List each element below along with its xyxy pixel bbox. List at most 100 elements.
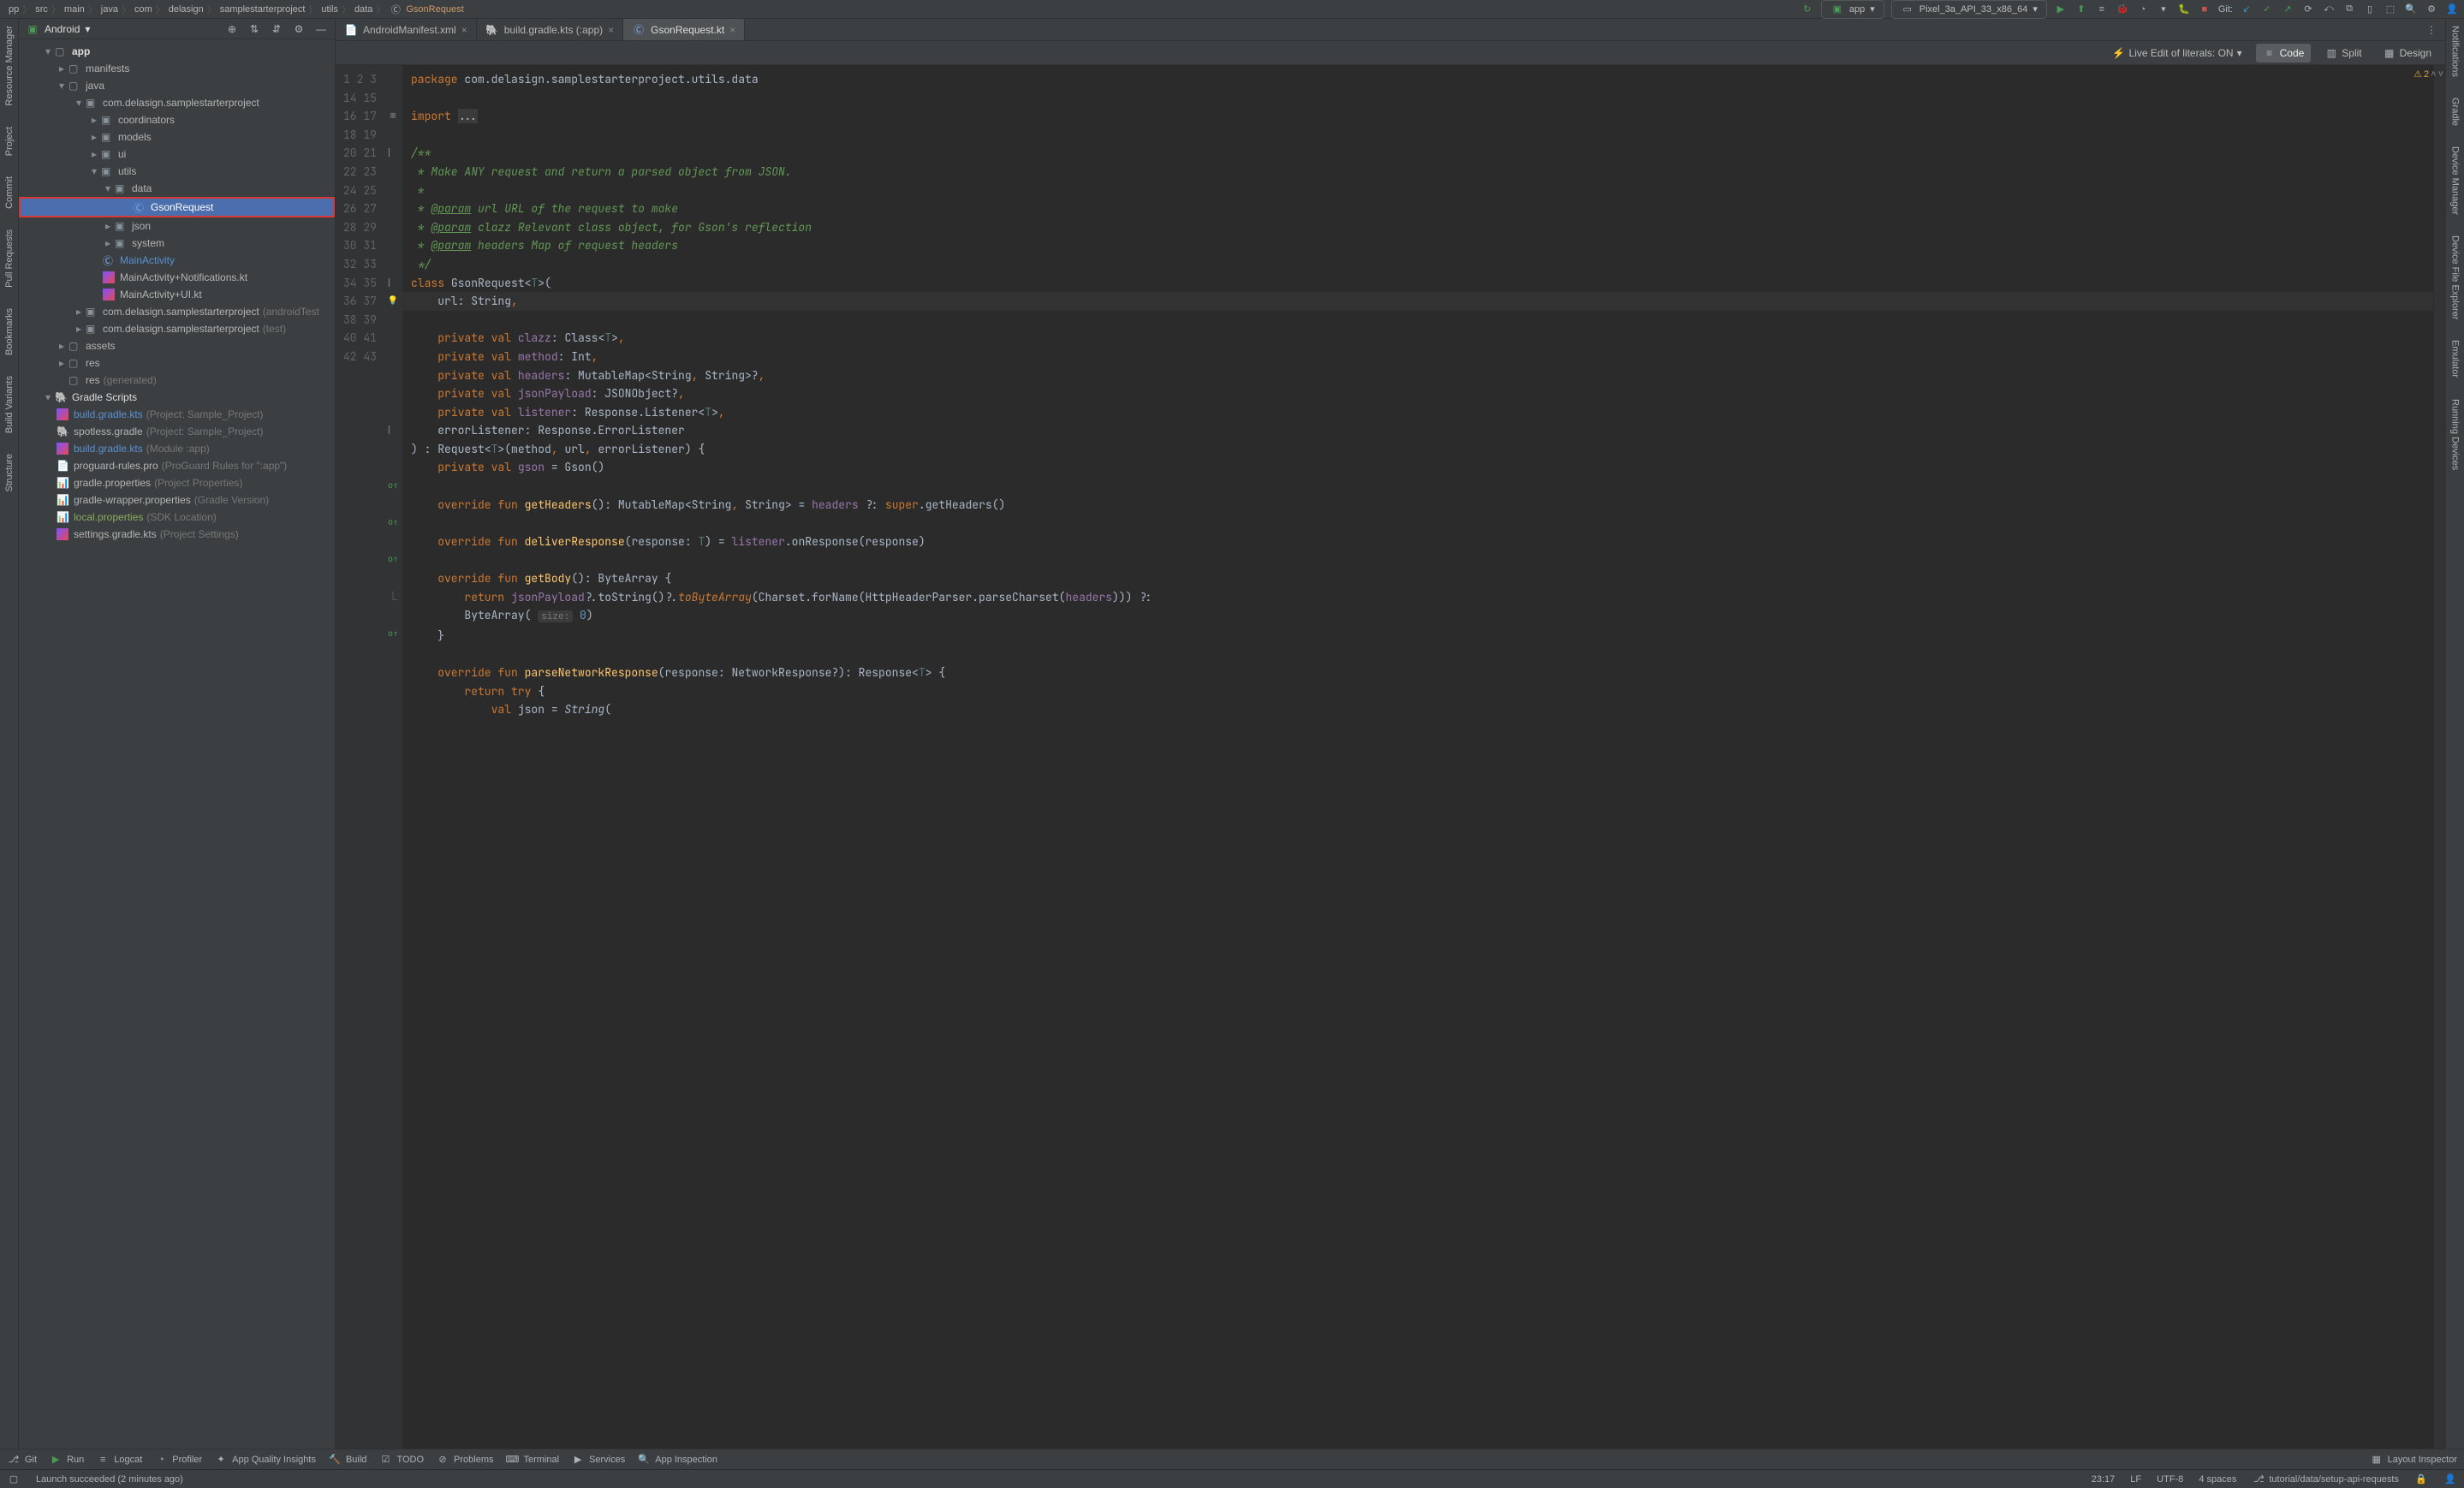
sdk-manager-icon[interactable]: ⬚	[2384, 3, 2397, 16]
line-gutter[interactable]: 1 2 3 14 15 16 17 18 19 20 21 22 23 24 2…	[336, 65, 384, 1449]
tree-res-generated[interactable]: ▢res(generated)	[19, 372, 335, 389]
push-icon[interactable]: ↗	[2281, 3, 2294, 16]
activity-icon[interactable]: ⧉	[2342, 3, 2356, 16]
lock-icon[interactable]: 🔒	[2414, 1473, 2428, 1486]
tabs-overflow-icon[interactable]: ⋮	[2418, 24, 2445, 36]
gear-icon[interactable]: ⚙	[292, 22, 306, 36]
more-run-icon[interactable]: ▾	[2157, 3, 2170, 16]
attach-debugger-icon[interactable]: ⬆	[2074, 3, 2088, 16]
tree-system[interactable]: ▸▣system	[19, 235, 335, 252]
crumb[interactable]: com	[131, 4, 156, 15]
tree-gradle-scripts[interactable]: ▾🐘Gradle Scripts	[19, 389, 335, 406]
btool-quality[interactable]: ✦App Quality Insights	[214, 1453, 316, 1467]
override-icon[interactable]: o↑	[384, 625, 402, 644]
tab-buildgradle[interactable]: 🐘 build.gradle.kts (:app) ×	[477, 19, 623, 40]
expand-icon[interactable]: ⇅	[247, 22, 261, 36]
tool-device-file-explorer[interactable]: Device File Explorer	[2450, 235, 2461, 319]
tree-local-properties[interactable]: 📊local.properties(SDK Location)	[19, 509, 335, 526]
tree-mainactivity-notif[interactable]: MainActivity+Notifications.kt	[19, 269, 335, 286]
tool-gradle[interactable]: Gradle	[2450, 98, 2461, 126]
tool-structure[interactable]: Structure	[4, 454, 15, 492]
tree-mainactivity[interactable]: ⒸMainActivity	[19, 252, 335, 269]
editor-markers[interactable]: ⚠ 2 ˄ ˅	[2433, 65, 2445, 1449]
btool-problems[interactable]: ⊘Problems	[436, 1453, 493, 1467]
btool-services[interactable]: ▶Services	[571, 1453, 625, 1467]
btool-layout-inspector[interactable]: ▦Layout Inspector	[2370, 1453, 2457, 1467]
sync-icon[interactable]: ↻	[1800, 3, 1814, 16]
tree-data[interactable]: ▾▣data	[19, 180, 335, 197]
crumb-active[interactable]: Ⓒ GsonRequest	[385, 3, 467, 16]
hide-icon[interactable]: —	[314, 22, 328, 36]
settings-icon[interactable]: ⚙	[2425, 3, 2438, 16]
crumb[interactable]: data	[351, 4, 376, 15]
tree-settings-gradle[interactable]: settings.gradle.kts(Project Settings)	[19, 526, 335, 543]
close-icon[interactable]: ×	[729, 24, 735, 36]
tool-build-variants[interactable]: Build Variants	[4, 376, 15, 433]
view-code[interactable]: ≡ Code	[2256, 44, 2312, 62]
code-editor[interactable]: package package com.delasign.samplestart…	[402, 65, 2433, 1449]
chevron-up-icon[interactable]: ˄	[2431, 69, 2436, 80]
tree-assets[interactable]: ▸▢assets	[19, 337, 335, 354]
btool-terminal[interactable]: ⌨Terminal	[505, 1453, 559, 1467]
close-icon[interactable]: ×	[461, 24, 467, 36]
tree-buildgradle-module[interactable]: build.gradle.kts(Module :app)	[19, 440, 335, 457]
crumb[interactable]: main	[61, 4, 88, 15]
indent[interactable]: 4 spaces	[2199, 1474, 2236, 1485]
tool-emulator[interactable]: Emulator	[2450, 340, 2461, 378]
override-icon[interactable]: o↑	[384, 514, 402, 533]
project-tree[interactable]: ▾▢app ▸▢manifests ▾▢java ▾▣com.delasign.…	[19, 39, 335, 1449]
debug-icon[interactable]: 🐞	[2116, 3, 2129, 16]
panel-title-label[interactable]: Android	[45, 23, 80, 35]
tree-pkg-androidtest[interactable]: ▸▣com.delasign.samplestarterproject(andr…	[19, 303, 335, 320]
close-icon[interactable]: ×	[608, 24, 614, 36]
crumb[interactable]: delasign	[165, 4, 207, 15]
run-icon[interactable]: ▶	[2054, 3, 2068, 16]
run-config-selector[interactable]: ▣ app ▾	[1821, 0, 1884, 19]
avatar-icon[interactable]: 👤	[2445, 3, 2459, 16]
tree-gsonrequest[interactable]: ⒸGsonRequest	[19, 197, 335, 217]
btool-build[interactable]: 🔨Build	[328, 1453, 366, 1467]
profile-icon[interactable]: ◔	[2136, 3, 2150, 16]
status-icon[interactable]: ▢	[7, 1473, 21, 1486]
chevron-down-icon[interactable]: ˅	[2438, 69, 2443, 80]
tree-pkg-test[interactable]: ▸▣com.delasign.samplestarterproject(test…	[19, 320, 335, 337]
tool-commit[interactable]: Commit	[4, 176, 15, 209]
tree-mainactivity-ui[interactable]: MainActivity+UI.kt	[19, 286, 335, 303]
bulb-icon[interactable]: 💡	[384, 292, 402, 311]
crumb[interactable]: pp	[5, 4, 22, 15]
btool-profiler[interactable]: ◔Profiler	[154, 1453, 202, 1467]
person-icon[interactable]: 👤	[2443, 1473, 2457, 1486]
history-icon[interactable]: ⟳	[2301, 3, 2315, 16]
override-icon[interactable]: o↑	[384, 477, 402, 496]
btool-todo[interactable]: ☑TODO	[378, 1453, 424, 1467]
tab-manifest[interactable]: 📄 AndroidManifest.xml ×	[336, 19, 477, 40]
live-edit-toggle[interactable]: ⚡ Live Edit of literals: ON ▾	[2105, 44, 2249, 62]
select-file-icon[interactable]: ⊕	[225, 22, 239, 36]
tree-java[interactable]: ▾▢java	[19, 77, 335, 94]
tree-pkg-main[interactable]: ▾▣com.delasign.samplestarterproject	[19, 94, 335, 111]
tool-pull-requests[interactable]: Pull Requests	[4, 229, 15, 288]
git-branch[interactable]: ⎇ tutorial/data/setup-api-requests	[2252, 1473, 2399, 1486]
commit-icon[interactable]: ✓	[2260, 3, 2274, 16]
crumb[interactable]: java	[98, 4, 122, 15]
cursor-position[interactable]: 23:17	[2092, 1474, 2116, 1485]
device-mirror-icon[interactable]: ▯	[2363, 3, 2377, 16]
crumb[interactable]: utils	[318, 4, 342, 15]
tool-project[interactable]: Project	[4, 127, 15, 156]
tree-gradle-properties[interactable]: 📊gradle.properties(Project Properties)	[19, 474, 335, 491]
chevron-down-icon[interactable]: ▾	[85, 23, 90, 35]
device-selector[interactable]: ▭ Pixel_3a_API_33_x86_64 ▾	[1891, 0, 2047, 19]
tool-resource-manager[interactable]: Resource Manager	[4, 26, 15, 106]
tool-bookmarks[interactable]: Bookmarks	[4, 308, 15, 355]
tree-res[interactable]: ▸▢res	[19, 354, 335, 372]
stop-icon[interactable]: ■	[2198, 3, 2211, 16]
encoding[interactable]: UTF-8	[2157, 1474, 2183, 1485]
tool-notifications[interactable]: Notifications	[2450, 26, 2461, 77]
tree-manifests[interactable]: ▸▢manifests	[19, 60, 335, 77]
view-split[interactable]: ▥ Split	[2318, 44, 2368, 62]
btool-logcat[interactable]: ≡Logcat	[96, 1453, 142, 1467]
btool-app-inspection[interactable]: 🔍App Inspection	[637, 1453, 717, 1467]
tree-ui[interactable]: ▸▣ui	[19, 146, 335, 163]
btool-git[interactable]: ⎇Git	[7, 1453, 37, 1467]
view-design[interactable]: ▦ Design	[2376, 44, 2438, 62]
